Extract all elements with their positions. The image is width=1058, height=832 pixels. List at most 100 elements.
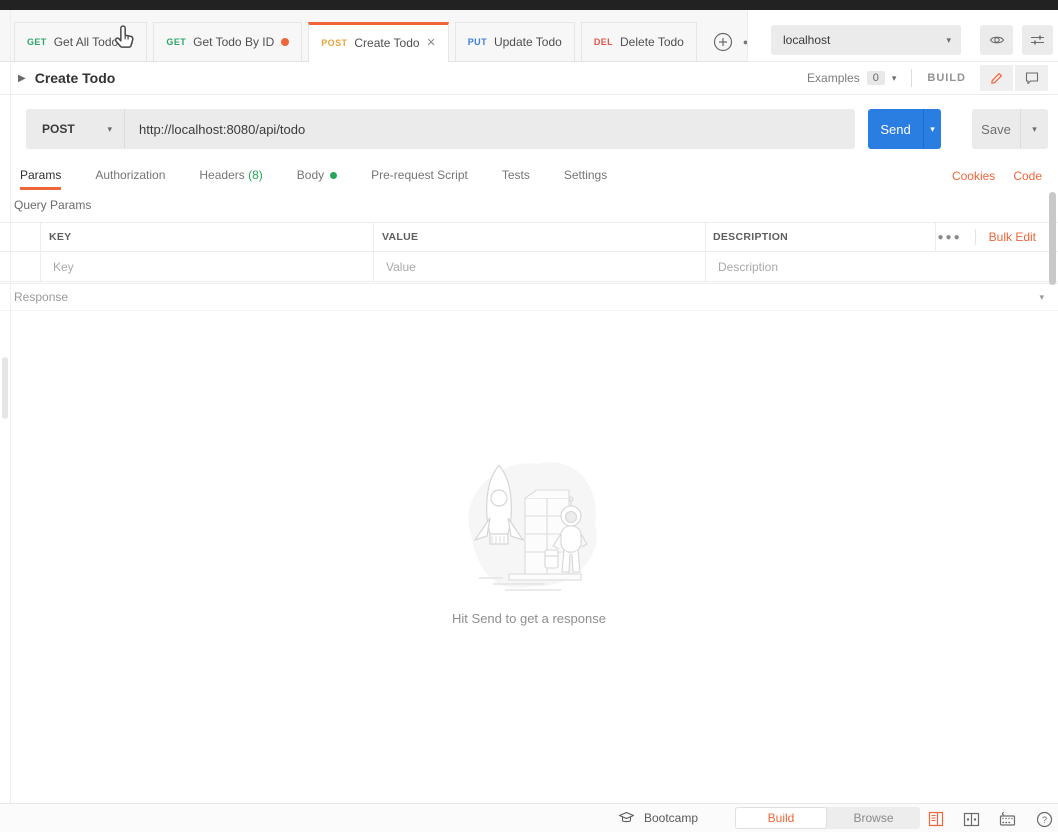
left-panel-border — [10, 10, 11, 803]
shortcuts-button[interactable] — [998, 810, 1016, 828]
chevron-down-icon: ▾ — [930, 124, 935, 135]
selected-method: POST — [42, 122, 107, 136]
method-selector[interactable]: POST ▾ — [26, 109, 125, 149]
vertical-scrollbar[interactable] — [1049, 192, 1056, 285]
send-button-group: Send ▾ — [868, 109, 941, 149]
tab-create-todo[interactable]: POST Create Todo ✕ — [308, 22, 448, 61]
unsaved-dot-icon — [281, 38, 289, 46]
build-browse-toggle: Build Browse — [735, 807, 920, 829]
send-button[interactable]: Send — [868, 109, 923, 149]
build-toggle-button[interactable]: Build — [735, 807, 827, 829]
eye-icon — [989, 33, 1005, 47]
pencil-icon — [990, 71, 1004, 85]
two-pane-view-button[interactable] — [962, 810, 980, 828]
changelog-panel-button[interactable] — [927, 810, 945, 828]
request-links: Cookies Code — [952, 169, 1058, 183]
method-badge: GET — [27, 37, 47, 47]
column-header-key: KEY — [40, 223, 373, 251]
tab-get-all-todo[interactable]: GET Get All Todo ✕ — [14, 22, 147, 61]
tab-authorization[interactable]: Authorization — [95, 162, 165, 190]
param-value-input[interactable] — [382, 260, 689, 274]
sliders-icon — [1030, 33, 1045, 47]
status-bar: Bootcamp Build Browse ? — [0, 803, 1058, 832]
cookies-link[interactable]: Cookies — [952, 169, 995, 183]
method-badge: DEL — [594, 37, 613, 47]
window-top-strip — [0, 0, 1058, 10]
panel-drag-handle[interactable] — [2, 357, 8, 419]
edit-request-button[interactable] — [980, 65, 1013, 91]
tab-params[interactable]: Params — [20, 162, 61, 190]
tab-label: Delete Todo — [620, 35, 684, 49]
tab-headers-label: Headers — [199, 168, 244, 182]
query-params-table: KEY VALUE DESCRIPTION ●●● Bulk Edit — [0, 222, 1058, 282]
empty-response-message: Hit Send to get a response — [0, 611, 1058, 626]
method-badge: PUT — [468, 37, 487, 47]
request-tabbar: GET Get All Todo ✕ GET Get Todo By ID PO… — [0, 10, 1058, 62]
tab-tests[interactable]: Tests — [502, 162, 530, 190]
graduation-cap-icon — [618, 811, 635, 825]
environment-selector[interactable]: localhost ▾ — [771, 25, 961, 55]
tab-headers[interactable]: Headers (8) — [199, 162, 262, 190]
response-section-header[interactable]: Response ▾ — [0, 283, 1058, 311]
param-description-input[interactable] — [714, 260, 1041, 274]
postman-app: GET Get All Todo ✕ GET Get Todo By ID PO… — [0, 0, 1058, 832]
new-tab-button[interactable] — [712, 23, 734, 61]
help-icon: ? — [1036, 811, 1053, 828]
url-input[interactable] — [125, 109, 855, 149]
environment-quick-look-button[interactable] — [980, 25, 1013, 55]
body-filled-dot-icon — [330, 172, 337, 179]
tab-delete-todo[interactable]: DEL Delete Todo — [581, 22, 697, 61]
request-title-row: ▶ Create Todo Examples 0 ▾ BUILD — [0, 62, 1058, 95]
response-label: Response — [14, 290, 1039, 304]
bootcamp-button[interactable]: Bootcamp — [618, 804, 698, 832]
chevron-down-icon: ▾ — [107, 124, 112, 135]
tab-get-todo-by-id[interactable]: GET Get Todo By ID — [153, 22, 302, 61]
row-select-cell — [0, 252, 40, 281]
bootcamp-label: Bootcamp — [644, 811, 698, 825]
open-request-tabs: GET Get All Todo ✕ GET Get Todo By ID PO… — [0, 10, 747, 62]
tab-body-label: Body — [297, 168, 324, 182]
browse-toggle-button[interactable]: Browse — [827, 807, 920, 829]
empty-response-illustration — [0, 450, 1058, 600]
examples-count-badge: 0 — [867, 71, 885, 85]
tab-body[interactable]: Body — [297, 162, 337, 190]
close-tab-icon[interactable]: ✕ — [125, 37, 134, 48]
query-params-title: Query Params — [14, 198, 91, 212]
request-config-tabs: Params Authorization Headers (8) Body Pr… — [0, 162, 1058, 190]
divider — [975, 229, 976, 245]
examples-dropdown[interactable]: Examples — [807, 71, 860, 85]
environment-name: localhost — [783, 33, 946, 47]
chevron-down-icon[interactable]: ▾ — [892, 73, 897, 84]
method-url-group: POST ▾ — [26, 109, 855, 149]
table-row — [0, 252, 1058, 282]
row-select-column — [0, 223, 40, 251]
send-options-button[interactable]: ▾ — [923, 109, 941, 149]
help-button[interactable]: ? — [1035, 810, 1053, 828]
tab-update-todo[interactable]: PUT Update Todo — [455, 22, 575, 61]
bulk-edit-link[interactable]: Bulk Edit — [989, 230, 1036, 244]
url-row: POST ▾ Send ▾ Save ▾ — [0, 95, 1058, 162]
build-mode-label: BUILD — [927, 72, 966, 84]
tab-settings[interactable]: Settings — [564, 162, 607, 190]
code-link[interactable]: Code — [1013, 169, 1042, 183]
environment-area: localhost ▾ — [747, 10, 1058, 62]
comments-button[interactable] — [1015, 65, 1048, 91]
more-options-icon[interactable]: ●●● — [938, 232, 962, 243]
chevron-down-icon: ▾ — [1032, 124, 1037, 135]
chevron-down-icon[interactable]: ▾ — [1039, 292, 1044, 303]
collapse-request-icon[interactable]: ▶ — [18, 73, 26, 84]
save-button[interactable]: Save — [972, 109, 1020, 149]
title-row-actions: Examples 0 ▾ BUILD — [807, 65, 1048, 91]
divider — [911, 69, 912, 87]
request-name: Create Todo — [35, 70, 116, 86]
close-tab-icon[interactable]: ✕ — [427, 38, 436, 49]
comment-icon — [1025, 71, 1039, 85]
two-pane-icon — [963, 812, 980, 827]
tab-label: Update Todo — [494, 35, 562, 49]
changelog-icon — [928, 811, 944, 827]
save-options-button[interactable]: ▾ — [1020, 109, 1048, 149]
tab-label: Get All Todo — [54, 35, 119, 49]
param-key-input[interactable] — [49, 260, 357, 274]
tab-prerequest-script[interactable]: Pre-request Script — [371, 162, 468, 190]
environment-settings-button[interactable] — [1022, 25, 1053, 55]
